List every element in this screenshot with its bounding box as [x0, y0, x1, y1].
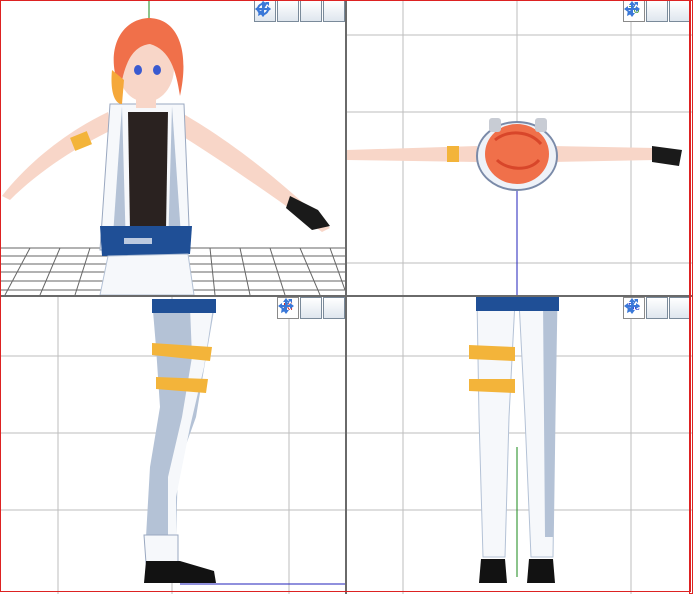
- viewport-frame: [0, 0, 691, 592]
